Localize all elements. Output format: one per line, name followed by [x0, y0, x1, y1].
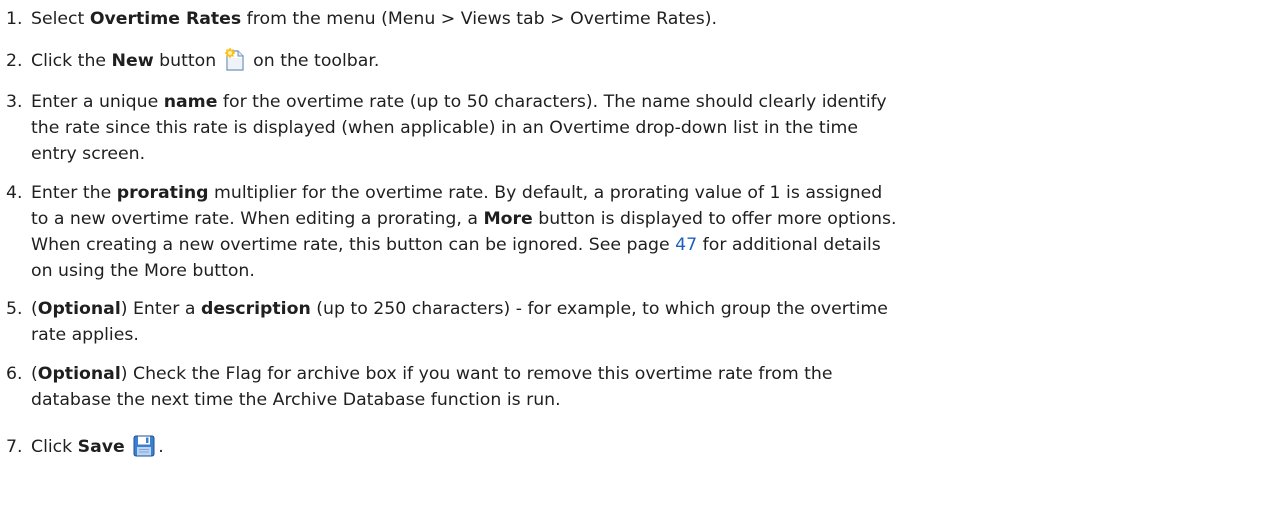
bold-term: prorating	[116, 183, 209, 203]
step-number: 3.	[6, 92, 23, 112]
save-disk-icon	[132, 434, 156, 466]
step-line: to a new overtime rate. When editing a p…	[31, 209, 897, 229]
step-line: database the next time the Archive Datab…	[31, 390, 561, 410]
bold-term: description	[200, 299, 311, 319]
step-number: 5.	[6, 299, 23, 319]
bold-term: name	[163, 92, 218, 112]
step-line: (Optional) Enter a description (up to 25…	[31, 299, 888, 319]
step-number: 2.	[6, 51, 23, 71]
step-number: 1.	[6, 9, 23, 29]
bold-term: New	[111, 51, 154, 71]
step-number: 4.	[6, 183, 23, 203]
bold-term: Optional	[37, 364, 121, 384]
step-line: Select Overtime Rates from the menu (Men…	[31, 9, 718, 29]
step-number: 7.	[6, 437, 23, 457]
new-document-icon	[224, 48, 246, 80]
step-line: entry screen.	[31, 144, 146, 164]
step-line: When creating a new overtime rate, this …	[31, 235, 881, 255]
bold-term: More	[483, 209, 533, 229]
step-line: on using the More button.	[31, 261, 255, 281]
step-line: Click Save .	[31, 434, 1251, 466]
step-line: Click the New button on the toolbar.	[31, 48, 1251, 80]
step-line: Enter a unique name for the overtime rat…	[31, 92, 887, 112]
step-line: Enter the prorating multiplier for the o…	[31, 183, 883, 203]
bold-term: Overtime Rates	[89, 9, 242, 29]
step-line: (Optional) Check the Flag for archive bo…	[31, 364, 833, 384]
bold-term: Save	[77, 437, 125, 457]
bold-term: Optional	[37, 299, 121, 319]
step-number: 6.	[6, 364, 23, 384]
page-link[interactable]: 47	[675, 235, 697, 255]
step-line: the rate since this rate is displayed (w…	[31, 118, 858, 138]
step-line: rate applies.	[31, 325, 139, 345]
